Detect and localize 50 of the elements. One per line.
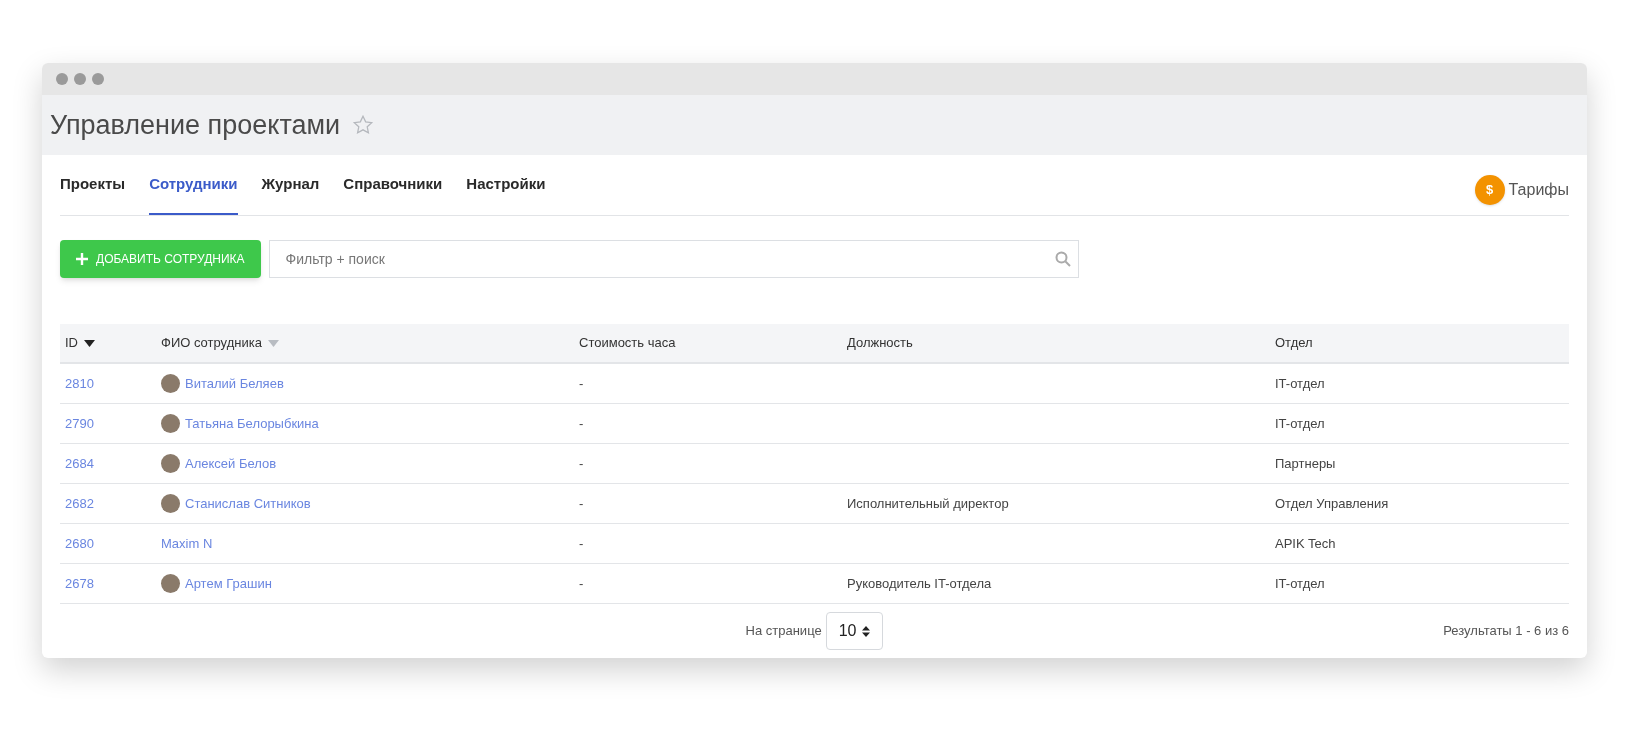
employee-name-link[interactable]: Татьяна Белорыбкина: [185, 413, 319, 434]
employee-id-link[interactable]: 2678: [65, 575, 94, 591]
star-icon[interactable]: [352, 114, 375, 136]
table-cell: -: [579, 535, 584, 551]
table-cell: Исполнительный директор: [847, 495, 1009, 511]
column-header[interactable]: ID: [65, 333, 78, 353]
nav-tab[interactable]: Настройки: [466, 172, 546, 215]
per-page-select[interactable]: 10: [825, 612, 884, 650]
nav-tab[interactable]: Проекты: [60, 172, 126, 215]
nav-tab[interactable]: Сотрудники: [149, 172, 238, 215]
column-header: Отдел: [1275, 334, 1313, 353]
employee-name-link[interactable]: Виталий Беляев: [185, 373, 284, 394]
column-header: Должность: [847, 334, 913, 353]
nav-tab[interactable]: Справочники: [343, 172, 443, 215]
table-cell: -: [579, 495, 584, 511]
nav-tab[interactable]: Журнал: [261, 172, 320, 215]
employee-id-link[interactable]: 2810: [65, 375, 94, 391]
tariffs-link[interactable]: $ Тарифы: [1474, 175, 1569, 215]
table-cell: Отдел Управления: [1275, 495, 1389, 511]
table-cell: -: [579, 455, 584, 471]
column-header[interactable]: ФИО сотрудника: [161, 333, 262, 353]
tariffs-label: Тарифы: [1508, 180, 1569, 200]
table-cell: -: [579, 375, 584, 391]
dollar-icon: $: [1474, 175, 1505, 205]
search-icon: [1054, 251, 1071, 267]
sort-caret-icon[interactable]: [84, 339, 95, 347]
employee-id-link[interactable]: 2682: [65, 495, 94, 511]
table-cell: Руководитель IT-отдела: [847, 575, 992, 591]
employee-name-link[interactable]: Алексей Белов: [185, 453, 277, 474]
table-cell: IT-отдел: [1275, 375, 1325, 391]
column-header: Стоимость часа: [579, 334, 676, 353]
employee-name-link[interactable]: Артем Грашин: [185, 573, 272, 594]
table-cell: IT-отдел: [1275, 575, 1325, 591]
table-cell: -: [579, 575, 584, 591]
per-page-label: На странице: [745, 622, 822, 641]
employee-name-link[interactable]: Станислав Ситников: [185, 493, 311, 514]
employee-id-link[interactable]: 2790: [65, 415, 94, 431]
search-field[interactable]: Фильтр + поиск: [268, 240, 1079, 278]
table-cell: IT-отдел: [1275, 415, 1325, 431]
employee-id-link[interactable]: 2684: [65, 455, 94, 471]
add-employee-button[interactable]: ДОБАВИТЬ СОТРУДНИКА: [60, 240, 261, 278]
table-cell: APIK Tech: [1275, 535, 1336, 551]
table-cell: Партнеры: [1275, 455, 1336, 471]
results-count: Результаты 1 - 6 из 6: [1443, 622, 1569, 641]
employee-name-link[interactable]: Maxim N: [161, 533, 213, 554]
page-title: Управление проектами: [50, 108, 341, 142]
plus-icon: [76, 253, 88, 265]
table-cell: -: [579, 415, 584, 431]
updown-caret-icon: [862, 625, 871, 637]
employee-id-link[interactable]: 2680: [65, 535, 94, 551]
